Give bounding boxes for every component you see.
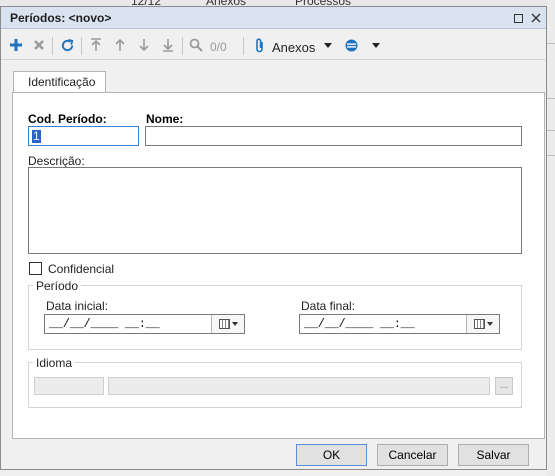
previous-record-icon — [115, 38, 125, 51]
save-button[interactable]: Salvar — [458, 444, 529, 466]
caret-down-icon — [324, 42, 332, 48]
idioma-lookup-button: ... — [495, 377, 513, 395]
dialog-titlebar[interactable]: Períodos: <novo> — [1, 7, 546, 29]
search-icon — [189, 38, 203, 52]
dialog-title: Períodos: <novo> — [10, 11, 112, 25]
first-record-icon — [91, 38, 101, 51]
next-record-button[interactable] — [135, 36, 153, 54]
cod-periodo-value: 1 — [32, 129, 41, 143]
caret-down-icon — [372, 42, 380, 48]
descricao-textarea[interactable] — [28, 167, 522, 254]
cancel-button[interactable]: Cancelar — [377, 444, 448, 466]
refresh-icon — [61, 38, 73, 51]
maximize-button[interactable] — [509, 9, 527, 27]
search-button[interactable] — [187, 36, 205, 54]
next-record-icon — [139, 39, 149, 52]
plus-icon — [10, 39, 22, 51]
maximize-icon — [513, 13, 523, 23]
idioma-group-title: Idioma — [33, 356, 76, 370]
record-toolbar: 0/0 Anexos — [1, 30, 546, 60]
refresh-button[interactable] — [58, 36, 76, 54]
paperclip-icon — [256, 37, 263, 52]
data-final-value: __/__/____ __:__ — [304, 317, 415, 331]
options-button[interactable] — [342, 36, 360, 54]
delete-button[interactable] — [30, 36, 48, 54]
descricao-label: Descrição: — [28, 154, 85, 168]
options-icon — [345, 39, 357, 51]
cod-periodo-label: Cod. Período: — [28, 112, 107, 126]
attachments-label[interactable]: Anexos — [272, 40, 315, 55]
nome-input[interactable] — [145, 126, 522, 146]
data-inicial-label: Data inicial: — [46, 299, 109, 313]
periodo-group-title: Período — [33, 279, 82, 293]
attachments-button[interactable] — [253, 36, 267, 54]
add-button[interactable] — [7, 36, 25, 54]
cod-periodo-input[interactable]: 1 — [28, 126, 139, 146]
data-inicial-calendar-button[interactable] — [211, 315, 244, 333]
last-record-button[interactable] — [159, 36, 177, 54]
caret-down-icon — [486, 322, 493, 326]
identificacao-panel: Cod. Período: 1 Nome: Descrição: Confide… — [12, 92, 545, 439]
confidencial-checkbox[interactable] — [29, 262, 42, 275]
first-record-button[interactable] — [87, 36, 105, 54]
idioma-name-input — [108, 377, 490, 395]
close-button[interactable] — [527, 9, 545, 27]
delete-x-icon — [34, 40, 44, 50]
last-record-icon — [163, 39, 173, 52]
ok-button[interactable]: OK — [296, 444, 367, 466]
data-final-input[interactable]: __/__/____ __:__ — [299, 314, 500, 334]
calendar-icon — [473, 319, 485, 329]
data-inicial-input[interactable]: __/__/____ __:__ — [44, 314, 245, 334]
data-inicial-value: __/__/____ __:__ — [49, 317, 160, 331]
nome-label: Nome: — [146, 112, 184, 126]
record-counter: 0/0 — [210, 40, 227, 54]
confidencial-label[interactable]: Confidencial — [48, 262, 114, 276]
caret-down-icon — [231, 322, 238, 326]
attachments-dropdown[interactable] — [323, 36, 333, 54]
data-final-label: Data final: — [301, 299, 356, 313]
options-dropdown[interactable] — [371, 36, 381, 54]
tab-identificacao[interactable]: Identificação — [13, 71, 106, 93]
background-app-edge — [547, 0, 555, 476]
idioma-code-input — [34, 377, 104, 395]
close-icon — [531, 13, 541, 23]
calendar-icon — [218, 319, 230, 329]
periodos-dialog: Períodos: <novo> 0/0 Anexos Identificaçã… — [0, 6, 547, 470]
data-final-calendar-button[interactable] — [466, 315, 499, 333]
previous-record-button[interactable] — [111, 36, 129, 54]
